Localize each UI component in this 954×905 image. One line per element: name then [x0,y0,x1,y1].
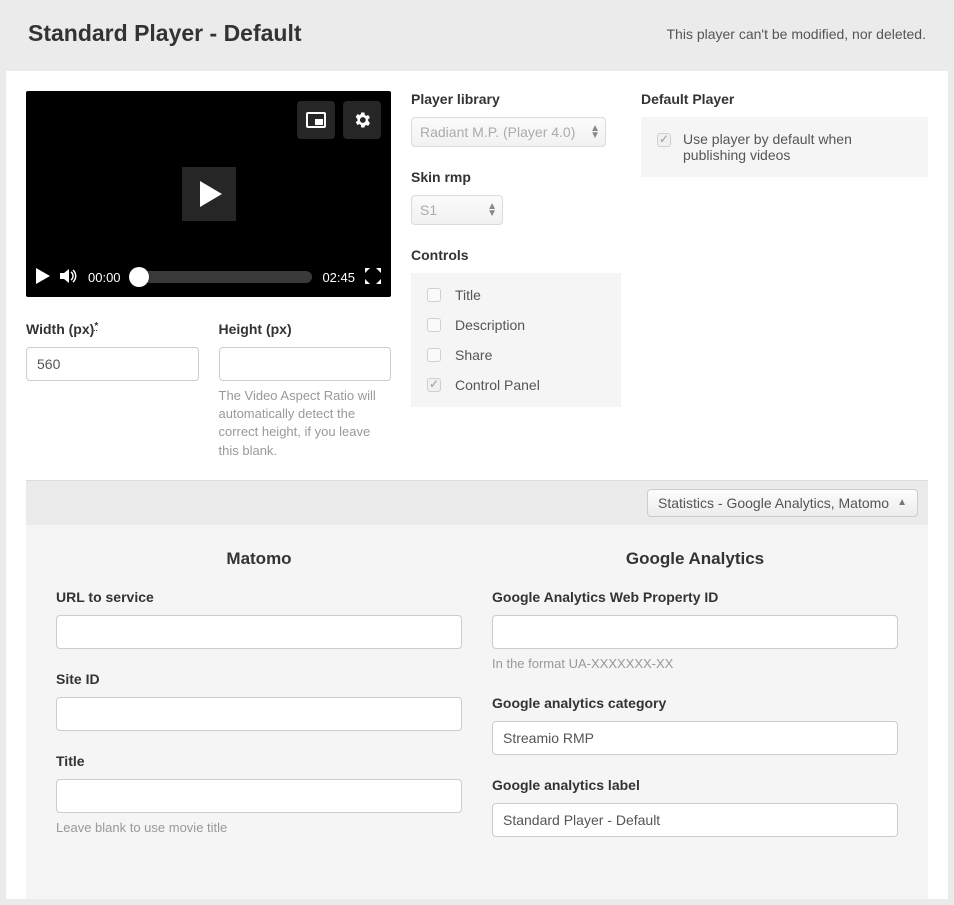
ga-column: Google Analytics Google Analytics Web Pr… [492,549,898,859]
readonly-note: This player can't be modified, nor delet… [667,26,927,42]
checkbox-title[interactable] [427,288,441,302]
pip-icon[interactable] [297,101,335,139]
height-label: Height (px) [219,321,392,337]
default-player-box: Use player by default when publishing vi… [641,117,928,177]
controls-item-label: Control Panel [455,377,540,393]
controls-item-label: Title [455,287,481,303]
play-small-icon[interactable] [36,268,50,287]
matomo-title-label: Title [56,753,462,769]
play-button[interactable] [182,167,236,221]
ga-prop-help: In the format UA-XXXXXXX-XX [492,655,898,673]
width-label: Width (px)* [26,321,199,337]
page-header: Standard Player - Default This player ca… [6,6,948,71]
matomo-heading: Matomo [56,549,462,569]
default-player-label: Default Player [641,91,928,107]
controls-box: Title Description Share Control Pan [411,273,621,407]
video-preview[interactable]: 00:00 02:45 [26,91,391,297]
matomo-siteid-label: Site ID [56,671,462,687]
ga-label-label: Google analytics label [492,777,898,793]
matomo-column: Matomo URL to service Site ID Title Leav… [56,549,462,859]
matomo-url-input[interactable] [56,615,462,649]
gear-icon[interactable] [343,101,381,139]
controls-item-label: Share [455,347,492,363]
height-help: The Video Aspect Ratio will automaticall… [219,387,392,460]
matomo-title-input[interactable] [56,779,462,813]
default-player-text: Use player by default when publishing vi… [683,131,912,163]
library-label: Player library [411,91,621,107]
checkbox-description[interactable] [427,318,441,332]
matomo-siteid-input[interactable] [56,697,462,731]
ga-prop-input[interactable] [492,615,898,649]
controls-label: Controls [411,247,621,263]
progress-knob[interactable] [129,267,149,287]
skin-label: Skin rmp [411,169,621,185]
checkbox-control-panel[interactable] [427,378,441,392]
time-end: 02:45 [322,270,355,285]
skin-select[interactable]: S1 [411,195,503,225]
ga-cat-input[interactable] [492,721,898,755]
chevron-up-icon: ▲ [897,497,907,508]
ga-heading: Google Analytics [492,549,898,569]
matomo-title-help: Leave blank to use movie title [56,819,462,837]
ga-label-input[interactable] [492,803,898,837]
ga-cat-label: Google analytics category [492,695,898,711]
checkbox-default-player[interactable] [657,133,671,147]
matomo-url-label: URL to service [56,589,462,605]
library-select[interactable]: Radiant M.P. (Player 4.0) [411,117,606,147]
ga-prop-label: Google Analytics Web Property ID [492,589,898,605]
width-input[interactable] [26,347,199,381]
page-title: Standard Player - Default [28,20,302,47]
stats-header-bar: Statistics - Google Analytics, Matomo ▲ [26,480,928,525]
fullscreen-icon[interactable] [365,268,381,287]
height-input[interactable] [219,347,392,381]
progress-bar[interactable] [131,271,313,283]
time-start: 00:00 [88,270,121,285]
checkbox-share[interactable] [427,348,441,362]
volume-icon[interactable] [60,268,78,287]
controls-item-label: Description [455,317,525,333]
stats-toggle-label: Statistics - Google Analytics, Matomo [658,495,889,511]
stats-toggle[interactable]: Statistics - Google Analytics, Matomo ▲ [647,489,918,517]
